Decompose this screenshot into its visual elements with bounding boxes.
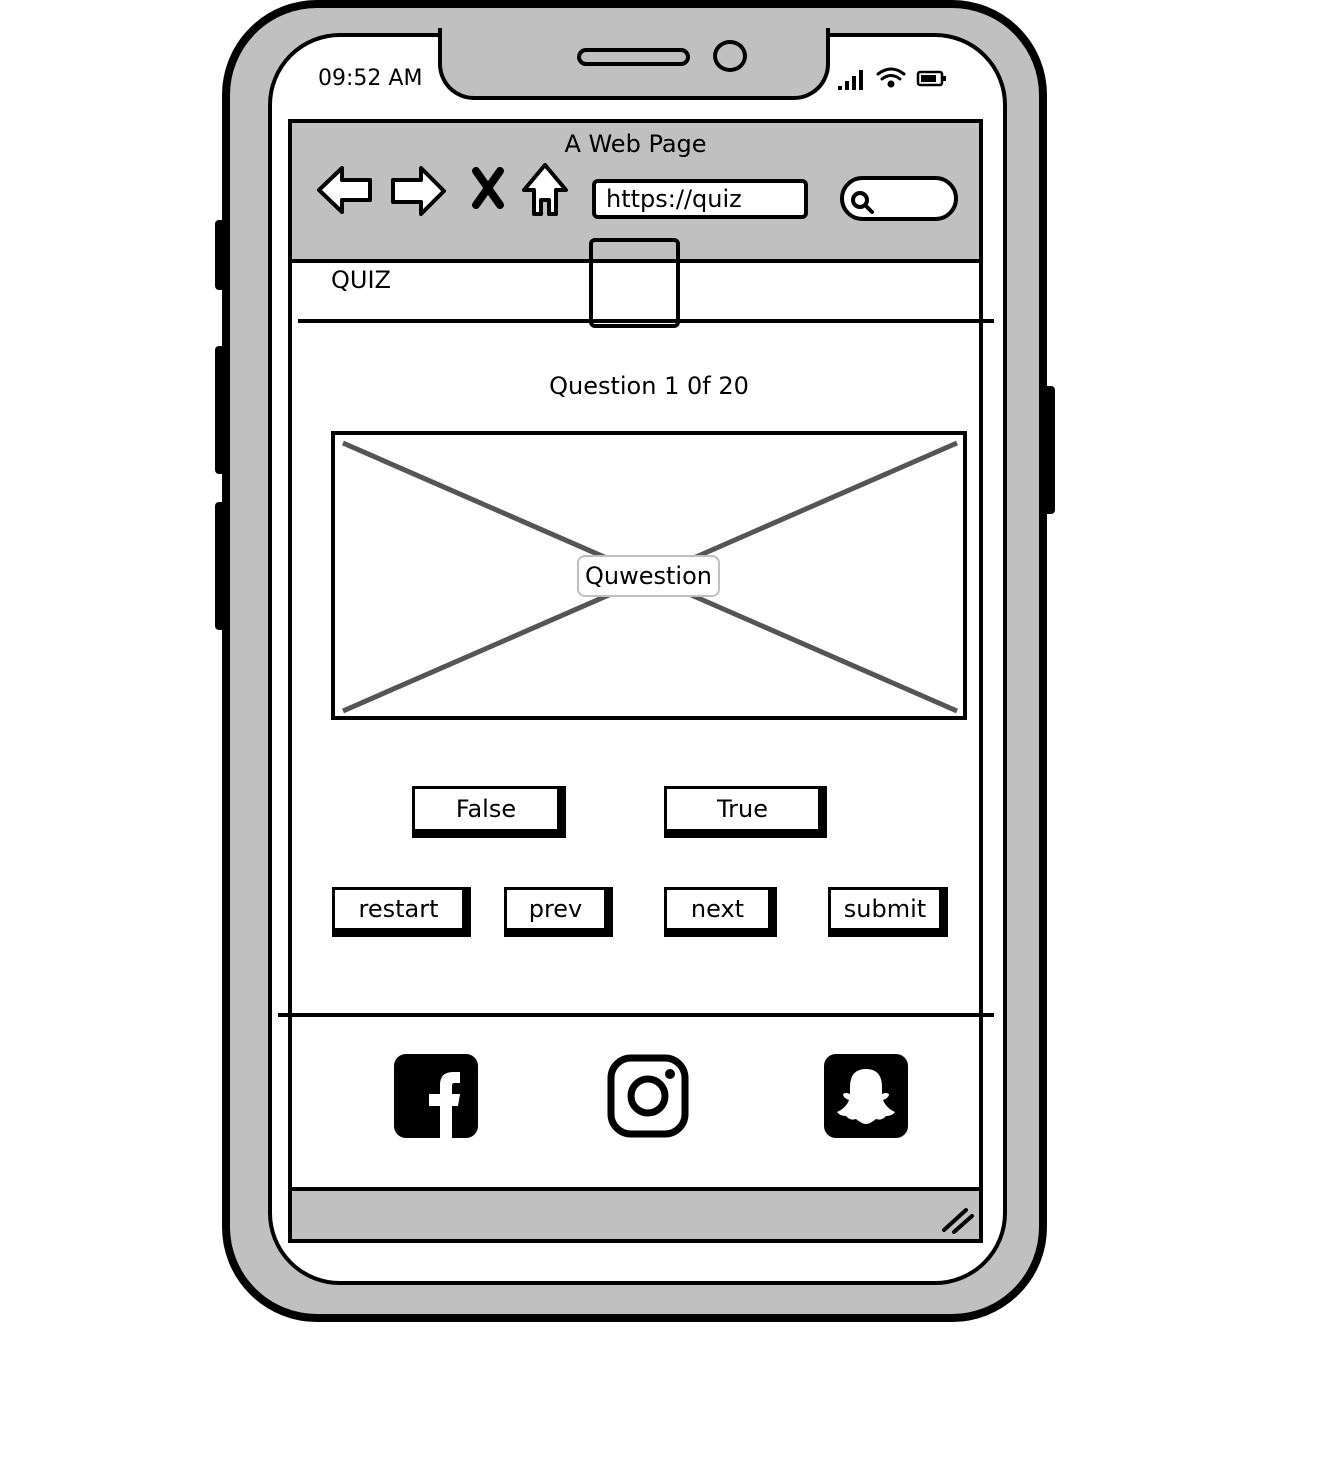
submit-button-label: submit <box>843 895 927 923</box>
facebook-link[interactable] <box>394 1054 478 1142</box>
false-button[interactable]: False <box>412 786 566 838</box>
home-icon <box>522 163 568 216</box>
question-counter: Question 1 0f 20 <box>549 372 749 400</box>
header-placeholder-box <box>589 238 680 328</box>
side-button-volume-up <box>215 346 225 474</box>
close-icon <box>472 167 504 209</box>
browser-title: A Web Page <box>564 130 707 158</box>
facebook-icon <box>394 1054 478 1138</box>
status-bar-divider <box>292 1187 982 1191</box>
speaker-grille <box>577 48 690 66</box>
status-time: 09:52 AM <box>318 66 423 91</box>
quiz-brand: QUIZ <box>331 266 391 294</box>
header-divider <box>298 319 994 323</box>
false-button-label: False <box>455 795 517 823</box>
signal-icon <box>838 70 863 90</box>
forward-arrow-icon <box>391 166 446 216</box>
true-button[interactable]: True <box>664 786 827 838</box>
status-icons <box>836 64 948 98</box>
resize-grip-icon <box>942 1208 974 1234</box>
next-button-label: next <box>690 895 745 923</box>
question-text: Quwestion <box>577 555 720 597</box>
browser-search-input[interactable] <box>840 176 958 221</box>
stop-button[interactable] <box>470 167 506 213</box>
back-button[interactable] <box>316 164 374 220</box>
snapchat-icon <box>824 1054 908 1138</box>
snapchat-link[interactable] <box>824 1054 908 1142</box>
side-button-power <box>1043 386 1055 514</box>
forward-button[interactable] <box>389 164 447 222</box>
side-button-mute <box>215 220 225 290</box>
prev-button[interactable]: prev <box>504 887 613 937</box>
battery-icon <box>916 70 946 87</box>
front-camera <box>713 40 747 72</box>
true-button-label: True <box>717 795 768 823</box>
prev-button-label: prev <box>528 895 583 923</box>
side-button-volume-down <box>215 502 225 630</box>
url-field[interactable]: https://quiz <box>592 179 808 219</box>
search-icon <box>851 191 874 214</box>
back-arrow-icon <box>317 166 372 214</box>
browser-status-bar <box>292 1189 979 1239</box>
instagram-link[interactable] <box>607 1054 689 1142</box>
submit-button[interactable]: submit <box>828 887 948 937</box>
wifi-icon <box>876 67 906 88</box>
instagram-icon <box>607 1054 689 1138</box>
restart-button[interactable]: restart <box>332 887 471 937</box>
resize-handle[interactable] <box>940 1204 976 1238</box>
home-button[interactable] <box>520 162 570 222</box>
restart-button-label: restart <box>358 895 439 923</box>
footer-divider <box>278 1013 994 1017</box>
next-button[interactable]: next <box>664 887 777 937</box>
